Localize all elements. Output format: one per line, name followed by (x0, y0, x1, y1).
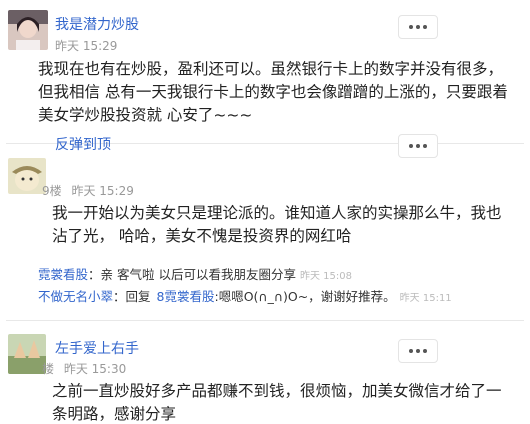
reply-target[interactable]: 8霓裳看股 (157, 289, 215, 304)
post-time: 昨天 15:30 (63, 362, 127, 376)
reply-time: 昨天 15:08 (299, 271, 352, 282)
post-text-line: 但我相信 总有一天我银行卡上的数字也会像蹭蹭的上涨的，只要跟着 (38, 83, 508, 101)
post-text-line: 我现在也有在炒股，盈利还可以。虽然银行卡上的数字并没有很多， (38, 60, 504, 78)
post-body: 之前一直炒股好多产品都赚不到钱，很烦恼，加美女微信才给了一 条明路，感谢分享 (52, 380, 502, 424)
post-3: 左手爱上右手 楼 昨天 15:30 之前一直炒股好多产品都赚不到钱，很烦恼，加美… (0, 324, 530, 424)
username[interactable]: 我是潜力炒股 (55, 14, 139, 34)
reply-username[interactable]: 霓裳看股 (38, 267, 88, 282)
separator (6, 320, 524, 321)
reply-text: :嗯嗯O(∩_∩)O~，谢谢好推荐。 (214, 289, 396, 304)
reply-separator: ： (88, 267, 101, 282)
user-avatar-icon[interactable] (8, 334, 46, 374)
post-text-line: 条明路，感谢分享 (52, 405, 177, 423)
reply-text: 亲 客气啦 以后可以看我朋友圈分享 (100, 267, 296, 282)
more-options-button[interactable] (398, 15, 438, 39)
user-avatar-icon[interactable] (8, 158, 46, 194)
reply-item: 霓裳看股：亲 客气啦 以后可以看我朋友圈分享 昨天 15:08 (38, 264, 352, 283)
reply-separator: ： (113, 289, 126, 304)
reply-username[interactable]: 不做无名小翠 (38, 289, 113, 304)
reply-time: 昨天 15:11 (399, 293, 452, 304)
username[interactable]: 左手爱上右手 (55, 338, 139, 358)
username[interactable]: 反弹到顶 (55, 134, 111, 154)
post-text-line: 我一开始以为美女只是理论派的。谁知道人家的实操那么牛，我也 (52, 204, 502, 222)
post-body: 我一开始以为美女只是理论派的。谁知道人家的实操那么牛，我也 沾了光， 哈哈，美女… (52, 202, 502, 248)
post-text-line: 沾了光， 哈哈，美女不愧是投资界的网红哈 (52, 227, 352, 245)
post-time: 昨天 15:29 (55, 39, 118, 53)
post-1: 我是潜力炒股 昨天 15:29 我现在也有在炒股，盈利还可以。虽然银行卡上的数字… (0, 0, 530, 140)
post-2: 反弹到顶 9楼 昨天 15:29 我一开始以为美女只是理论派的。谁知道人家的实操… (0, 134, 530, 316)
reply-prefix: 回复 (125, 289, 151, 304)
post-body: 我现在也有在炒股，盈利还可以。虽然银行卡上的数字并没有很多， 但我相信 总有一天… (38, 58, 508, 127)
post-text-line: 之前一直炒股好多产品都赚不到钱，很烦恼，加美女微信才给了一 (52, 382, 502, 400)
post-meta: 楼 昨天 15:30 (42, 360, 126, 377)
reply-item: 不做无名小翠：回复 8霓裳看股:嗯嗯O(∩_∩)O~，谢谢好推荐。 昨天 15:11 (38, 286, 452, 305)
post-time: 昨天 15:29 (71, 184, 134, 198)
more-options-button[interactable] (398, 134, 438, 158)
post-meta: 9楼 昨天 15:29 (42, 182, 134, 199)
more-options-button[interactable] (398, 339, 438, 363)
user-avatar-icon[interactable] (8, 10, 48, 50)
post-text-line: 美女学炒股投资就 心安了~~~ (38, 106, 253, 124)
floor-number: 9楼 (42, 184, 62, 198)
floor-number: 楼 (42, 362, 55, 376)
